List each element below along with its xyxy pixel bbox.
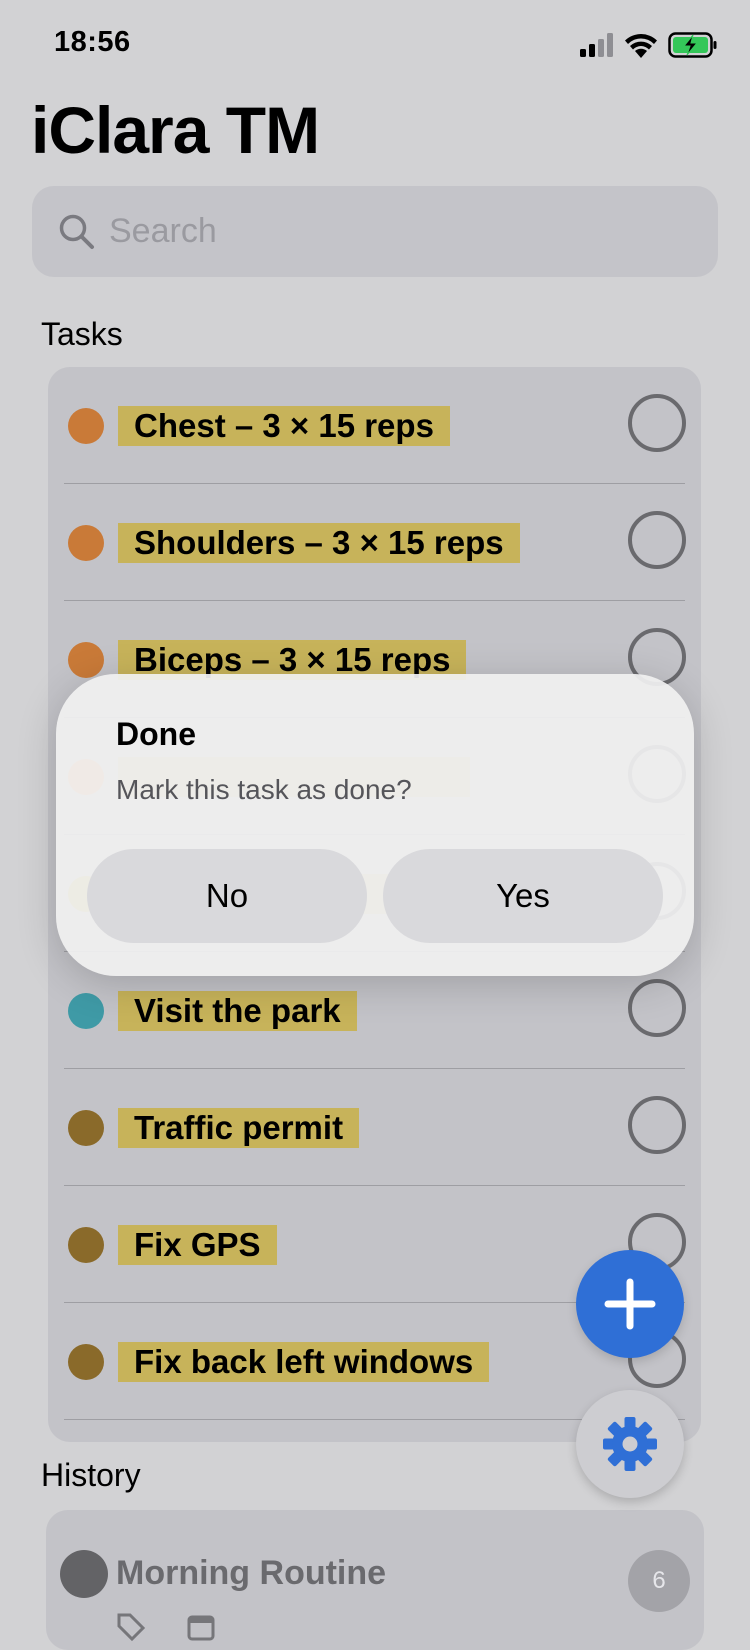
plus-icon [604,1278,656,1330]
task-color-dot [68,525,104,561]
task-row[interactable]: Chest – 3 × 15 reps [48,367,701,484]
search-bar[interactable] [32,186,718,277]
task-color-dot [68,642,104,678]
wifi-icon [625,34,657,58]
status-bar: 18:56 [0,0,750,90]
confirm-dialog: Done Mark this task as done? No Yes [56,674,694,976]
gear-icon [603,1417,657,1471]
task-complete-toggle[interactable] [628,394,686,452]
page-title: iClara TM [31,93,320,167]
cellular-signal-icon [580,33,613,57]
history-item-meta [116,1612,216,1642]
status-icons [580,32,718,58]
tag-icon [117,1613,146,1642]
task-label: Visit the park [118,991,357,1031]
yes-button[interactable]: Yes [383,849,663,943]
add-task-button[interactable] [576,1250,684,1358]
dialog-message: Mark this task as done? [116,774,412,805]
history-header: History [41,1457,141,1493]
history-item-count-badge: 6 [628,1550,690,1612]
task-color-dot [68,993,104,1029]
history-item[interactable]: Morning Routine 6 [46,1510,704,1650]
task-label: Traffic permit [118,1108,360,1148]
search-icon [59,214,94,249]
search-input[interactable] [109,186,689,277]
task-complete-toggle[interactable] [628,511,686,569]
task-row[interactable]: Traffic permit [48,1069,701,1186]
task-complete-toggle[interactable] [628,1096,686,1154]
settings-button[interactable] [576,1390,684,1498]
task-color-dot [68,1227,104,1263]
history-item-title: Morning Routine [116,1554,387,1592]
task-color-dot [68,408,104,444]
calendar-icon [187,1615,215,1641]
task-color-dot [68,1110,104,1146]
history-item-icon [60,1550,108,1598]
task-label: Shoulders – 3 × 15 reps [118,523,520,563]
task-label: Chest – 3 × 15 reps [118,406,450,446]
task-color-dot [68,1344,104,1380]
status-time: 18:56 [54,26,131,58]
task-label: Fix back left windows [118,1342,490,1382]
task-row[interactable]: Shoulders – 3 × 15 reps [48,484,701,601]
tasks-header: Tasks [41,316,123,352]
task-complete-toggle[interactable] [628,979,686,1037]
no-button[interactable]: No [87,849,367,943]
dialog-title: Done [116,716,196,752]
battery-charging-icon [668,32,717,58]
task-label: Fix GPS [118,1225,277,1265]
